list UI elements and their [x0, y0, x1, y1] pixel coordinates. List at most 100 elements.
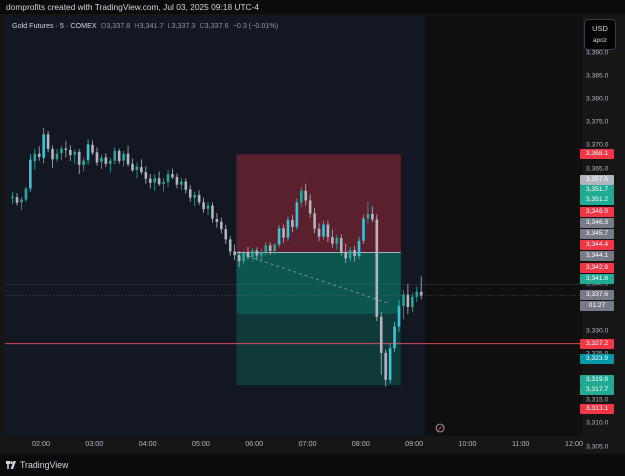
candle-body [353, 250, 356, 257]
candle-body [29, 159, 32, 189]
target-zone [236, 314, 401, 386]
time-axis[interactable]: 02:00 03:00 04:00 05:00 06:00 07:00 08:00 09:00… [5, 436, 583, 454]
candle-body [406, 294, 410, 308]
price-tick-label: 3,380.0 [586, 95, 609, 103]
price-label: 3,319.9 [580, 374, 614, 385]
currency-sub-label: apoz [592, 37, 608, 44]
candle-body [344, 251, 347, 259]
candle-body [277, 228, 281, 245]
candle-body [335, 238, 339, 244]
chart-window: domprofits created with TradingView.com,… [0, 0, 625, 476]
candle-body [148, 178, 152, 183]
candle-body [77, 151, 81, 165]
close-value: 3,337.6 [204, 21, 229, 30]
candle-body [375, 219, 379, 317]
time-tick-label: 02:00 [32, 439, 50, 448]
candle-body [246, 252, 250, 258]
candle-body [339, 238, 343, 252]
candle-body [255, 250, 259, 256]
candle-body [268, 245, 272, 251]
candle-body [251, 250, 254, 258]
low-value: 3,337.3 [171, 21, 196, 30]
candle-body [37, 153, 41, 157]
price-tick-label: 3,370.0 [586, 141, 609, 149]
candle-body [202, 202, 205, 210]
price-label: 3,317.7 [580, 385, 614, 395]
candle-body [184, 181, 188, 190]
candle-body [206, 205, 210, 209]
candle-body [55, 153, 59, 160]
candle-body [299, 190, 303, 203]
candle-body [126, 153, 130, 165]
candle-body [153, 178, 157, 183]
tradingview-logo-icon[interactable] [6, 461, 16, 469]
price-label: 3,346.9 [580, 207, 614, 218]
candle-body [397, 306, 401, 327]
candle-body [220, 221, 223, 230]
candle-body [60, 148, 63, 154]
candle-body [171, 174, 174, 178]
candle-body [304, 190, 308, 201]
candle-body [64, 148, 68, 150]
price-label: 3,357.5 [580, 174, 614, 185]
candle-body [24, 188, 28, 200]
tradingview-brand[interactable]: TradingView [20, 460, 68, 470]
candle-body [371, 213, 374, 220]
chart-svg [5, 127, 582, 433]
candle-body [326, 224, 330, 238]
candle-body [228, 239, 232, 252]
candle-body [117, 150, 121, 162]
candle-body [104, 157, 108, 164]
candle-body [291, 219, 294, 227]
price-tick-label: 3,385.0 [586, 72, 609, 80]
price-label: 3,351.7 [580, 184, 614, 195]
candle-body [286, 219, 290, 238]
price-label: 3,327.2 [580, 338, 614, 349]
time-tick-label: 09:00 [405, 439, 424, 448]
candle-body [180, 181, 183, 185]
price-label: 3,344.4 [580, 240, 614, 251]
candle-body [144, 172, 148, 179]
price-tick-label: 3,330.0 [586, 327, 609, 335]
candle-body [237, 255, 241, 262]
candle-body [42, 134, 45, 158]
candle-body [162, 181, 165, 184]
candle-body [95, 152, 99, 163]
candle-body [46, 134, 50, 150]
price-label: 3,345.7 [580, 228, 614, 239]
currency-label: USD [592, 24, 608, 33]
change-value: −0.3 (−0.01%) [232, 21, 279, 30]
replay-icon-mark [437, 425, 443, 431]
open-value: 3,337.8 [106, 21, 131, 30]
candle-body [73, 151, 77, 155]
candle-body [82, 160, 85, 166]
candle-body [313, 213, 316, 229]
candle-body [157, 178, 161, 185]
symbol-name[interactable]: Gold Futures · 5 · COMEX [12, 21, 97, 30]
time-tick-label: 08:00 [351, 439, 370, 448]
candle-body [197, 194, 201, 203]
candle-body [91, 144, 94, 153]
price-label: 3,346.3 [580, 218, 614, 229]
price-tick-label: 3,365.0 [586, 165, 609, 172]
candle-body [264, 245, 268, 252]
time-tick-label: 12:00 [565, 439, 583, 448]
candle-body [260, 251, 263, 256]
currency-button[interactable]: USD apoz [584, 19, 616, 50]
candle-body [175, 176, 179, 185]
candle-body [211, 205, 214, 219]
candle-body [273, 244, 276, 251]
price-tick-label: 3,310.0 [586, 419, 609, 427]
price-tick-label: 3,390.0 [586, 49, 609, 57]
time-tick-label: 05:00 [191, 439, 210, 448]
candle-body [322, 224, 325, 237]
candle-body [135, 166, 139, 170]
candle-body [20, 199, 23, 203]
candle-body [357, 240, 361, 257]
candle-body [86, 144, 90, 161]
time-tick-label: 04:00 [138, 439, 157, 448]
candle-body [69, 149, 72, 156]
candle-body [411, 296, 414, 308]
candle-body [402, 294, 405, 307]
candle-body [308, 200, 312, 214]
